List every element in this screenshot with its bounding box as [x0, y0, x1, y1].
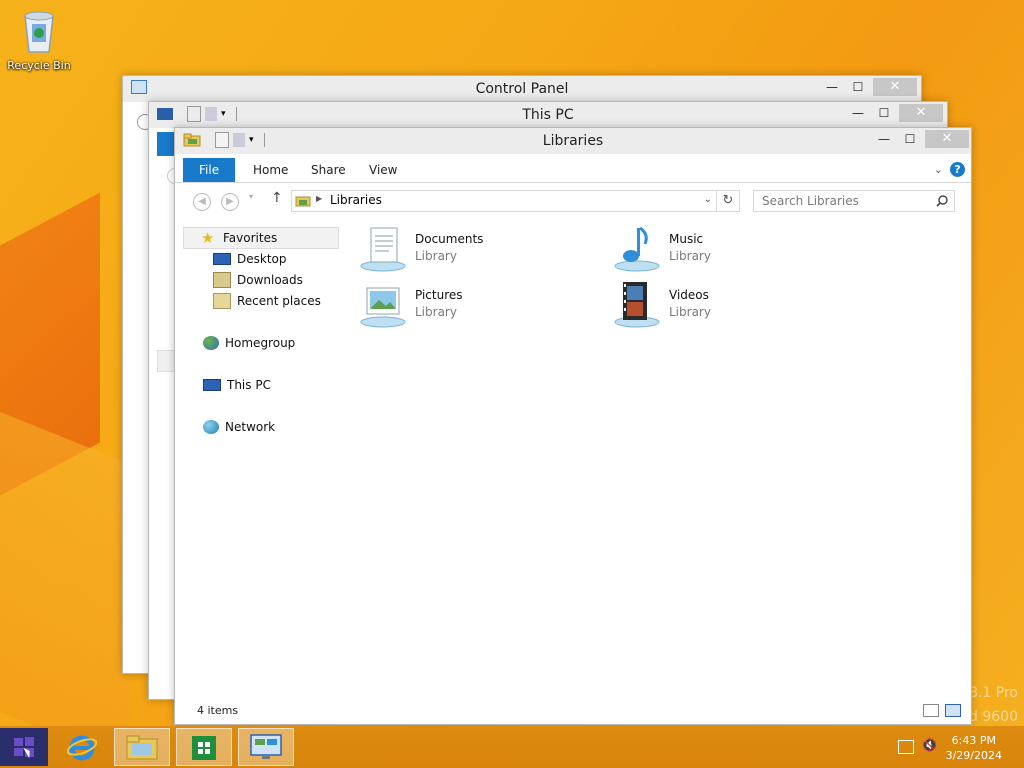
- music-library-icon: [614, 226, 660, 272]
- breadcrumb-chevron-icon[interactable]: ▶: [316, 194, 322, 203]
- library-pictures[interactable]: Pictures Library: [359, 280, 599, 332]
- large-icons-view-icon[interactable]: [945, 704, 961, 717]
- search-box[interactable]: Search Libraries: [753, 190, 955, 212]
- taskbar-control-panel[interactable]: [238, 728, 294, 766]
- close-button[interactable]: ✕: [925, 130, 969, 148]
- libraries-icon: [295, 196, 311, 207]
- recent-places-icon: [213, 293, 231, 309]
- network-icon: [203, 420, 219, 434]
- documents-library-icon: [360, 227, 406, 272]
- recycle-bin-shortcut[interactable]: Recycle Bin: [6, 6, 72, 72]
- store-icon: [192, 736, 216, 760]
- library-name: Pictures: [415, 288, 463, 302]
- clock[interactable]: 6:43 PM 3/29/2024: [946, 733, 1002, 763]
- file-explorer-icon: [126, 735, 158, 760]
- nav-homegroup[interactable]: Homegroup: [203, 333, 295, 353]
- back-button[interactable]: ◀: [193, 193, 211, 211]
- edition-watermark: 8.1 Pro: [969, 685, 1018, 701]
- breadcrumb-libraries[interactable]: Libraries: [330, 193, 382, 207]
- close-button[interactable]: ✕: [873, 78, 917, 96]
- star-icon: ★: [201, 229, 215, 247]
- help-icon[interactable]: ?: [950, 162, 965, 177]
- pictures-library-icon: [360, 287, 406, 328]
- address-bar[interactable]: ▶ Libraries ⌄: [291, 190, 717, 212]
- refresh-button[interactable]: ↻: [717, 190, 740, 212]
- minimize-button[interactable]: —: [819, 78, 845, 96]
- nav-label: Desktop: [237, 252, 287, 266]
- library-name: Music: [669, 232, 704, 246]
- nav-network[interactable]: Network: [203, 417, 275, 437]
- details-view-icon[interactable]: [923, 704, 939, 717]
- nav-label: Homegroup: [225, 336, 296, 350]
- downloads-icon: [213, 272, 231, 288]
- libraries-window[interactable]: ▾ Libraries — ☐ ✕ File Home Share View ⌄…: [174, 127, 972, 725]
- status-bar: 4 items: [175, 700, 971, 724]
- maximize-button[interactable]: ☐: [845, 78, 871, 96]
- nav-desktop[interactable]: Desktop: [213, 249, 287, 269]
- taskbar-store[interactable]: [176, 728, 232, 766]
- tab-home[interactable]: Home: [241, 158, 300, 182]
- ribbon: File Home Share View ⌄ ?: [175, 158, 971, 183]
- nav-recent-places[interactable]: Recent places: [213, 291, 321, 311]
- nav-label: Downloads: [237, 273, 303, 287]
- search-icon[interactable]: [936, 195, 948, 207]
- maximize-button[interactable]: ☐: [897, 130, 923, 148]
- tab-share[interactable]: Share: [299, 158, 358, 182]
- library-name: Videos: [669, 288, 709, 302]
- videos-library-icon: [614, 282, 660, 328]
- homegroup-icon: [203, 336, 219, 350]
- taskbar-internet-explorer[interactable]: [54, 728, 110, 766]
- nav-label: Recent places: [237, 294, 321, 308]
- clock-date: 3/29/2024: [945, 749, 1002, 762]
- clock-time: 6:43 PM: [951, 734, 996, 747]
- minimize-button[interactable]: —: [845, 104, 871, 122]
- address-dropdown-icon[interactable]: ⌄: [704, 194, 712, 205]
- close-button[interactable]: ✕: [899, 104, 943, 122]
- recycle-bin-icon: [24, 11, 54, 53]
- nav-this-pc[interactable]: This PC: [203, 375, 271, 395]
- computer-icon: [203, 379, 221, 391]
- control-panel-icon: [250, 734, 282, 759]
- forward-button[interactable]: ▶: [221, 193, 239, 211]
- network-tray-icon[interactable]: [898, 740, 914, 754]
- nav-favorites[interactable]: ★ Favorites: [201, 228, 277, 248]
- library-type: Library: [415, 249, 457, 263]
- up-arrow-icon[interactable]: ↑: [271, 190, 283, 206]
- volume-muted-icon[interactable]: 🔇: [922, 738, 937, 752]
- item-count: 4 items: [197, 704, 239, 717]
- library-type: Library: [415, 305, 457, 319]
- window-title: This PC: [522, 107, 574, 123]
- window-title: Libraries: [542, 133, 604, 149]
- nav-downloads[interactable]: Downloads: [213, 270, 303, 290]
- taskbar: 🔇 6:43 PM 3/29/2024: [0, 726, 1024, 768]
- build-watermark: d 9600: [969, 709, 1018, 725]
- tab-file[interactable]: File: [183, 158, 236, 182]
- window-title: Control Panel: [475, 81, 569, 97]
- recent-locations-icon[interactable]: ▾: [249, 192, 253, 201]
- internet-explorer-icon: [67, 735, 97, 761]
- address-row: ◀ ▶ ▾ ↑ ▶ Libraries ⌄ ↻ Search Libraries: [175, 184, 971, 216]
- maximize-button[interactable]: ☐: [871, 104, 897, 122]
- library-videos[interactable]: Videos Library: [613, 280, 853, 332]
- nav-label: Network: [225, 420, 276, 434]
- library-documents[interactable]: Documents Library: [359, 224, 599, 276]
- libraries-titlebar[interactable]: ▾ Libraries — ☐ ✕: [175, 128, 971, 154]
- minimize-button[interactable]: —: [871, 130, 897, 148]
- library-type: Library: [669, 305, 711, 319]
- expand-ribbon-icon[interactable]: ⌄: [934, 163, 943, 176]
- library-music[interactable]: Music Library: [613, 224, 853, 276]
- nav-label: This PC: [227, 378, 271, 392]
- recycle-bin-label: Recycle Bin: [7, 59, 71, 72]
- wallpaper-shape: [0, 395, 130, 765]
- tab-view[interactable]: View: [357, 158, 409, 182]
- control-panel-titlebar[interactable]: Control Panel — ☐ ✕: [123, 76, 921, 102]
- this-pc-titlebar[interactable]: ▾ This PC — ☐ ✕: [149, 102, 947, 128]
- library-name: Documents: [415, 232, 484, 246]
- library-type: Library: [669, 249, 711, 263]
- nav-label: Favorites: [223, 231, 278, 245]
- desktop-icon: [213, 253, 231, 265]
- search-placeholder: Search Libraries: [762, 194, 859, 208]
- taskbar-file-explorer[interactable]: [114, 728, 170, 766]
